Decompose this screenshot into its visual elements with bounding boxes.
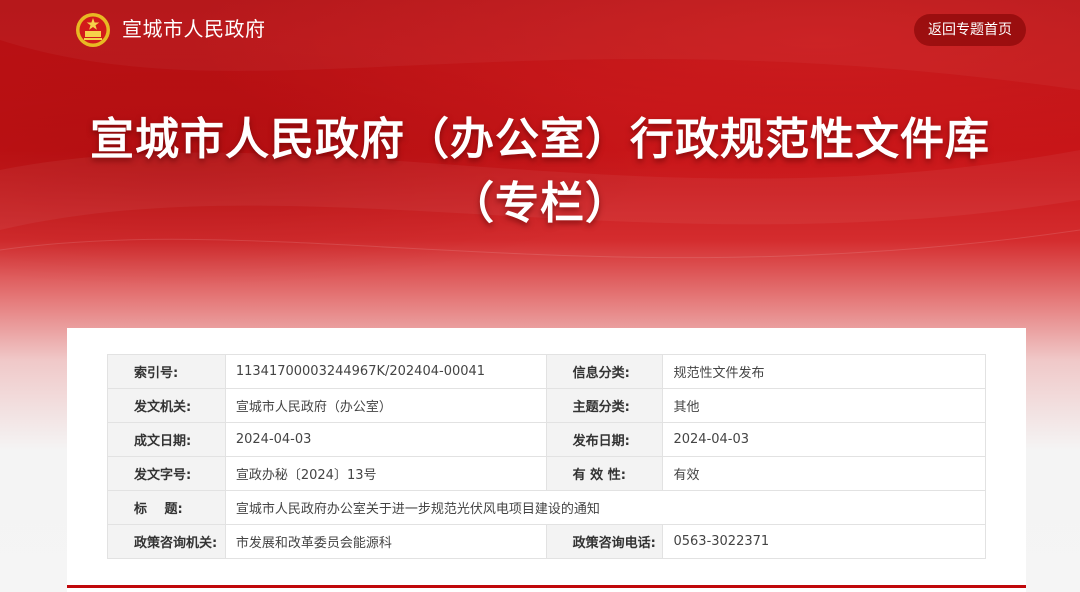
created-date-label: 成文日期: (107, 422, 226, 457)
contact-org-value: 市发展和改革委员会能源科 (224, 524, 547, 559)
category-value: 规范性文件发布 (662, 354, 986, 389)
panel-divider (67, 585, 1026, 588)
page-title-line2: （专栏） (450, 178, 630, 229)
contact-phone-value: 0563-3022371 (662, 524, 986, 559)
issuer-label: 发文机关: (107, 388, 226, 423)
topic-value: 其他 (662, 388, 986, 423)
table-row: 成文日期: 2024-04-03 发布日期: 2024-04-03 (107, 422, 986, 457)
national-emblem-icon (76, 13, 110, 47)
topic-label: 主题分类: (545, 388, 664, 423)
contact-phone-label: 政策咨询电话: (545, 524, 664, 559)
published-date-value: 2024-04-03 (662, 422, 986, 457)
document-number-value: 宣政办秘〔2024〕13号 (224, 456, 547, 491)
index-value: 11341700003244967K/202404-00041 (224, 354, 547, 389)
subject-value: 宣城市人民政府办公室关于进一步规范光伏风电项目建设的通知 (224, 490, 987, 525)
site-name[interactable]: 宣城市人民政府 (122, 14, 266, 44)
page-title: 宣城市人民政府（办公室）行政规范性文件库 （专栏） (0, 108, 1080, 236)
table-row: 发文字号: 宣政办秘〔2024〕13号 有 效 性: 有效 (107, 456, 986, 491)
index-label: 索引号: (107, 354, 226, 389)
contact-org-label: 政策咨询机关: (107, 524, 226, 559)
back-to-topic-home-button[interactable]: 返回专题首页 (914, 14, 1026, 46)
document-number-label: 发文字号: (107, 456, 226, 491)
issuer-value: 宣城市人民政府（办公室） (224, 388, 547, 423)
table-row: 标 题: 宣城市人民政府办公室关于进一步规范光伏风电项目建设的通知 (107, 490, 987, 525)
subject-label: 标 题: (107, 490, 226, 525)
created-date-value: 2024-04-03 (224, 422, 547, 457)
table-row: 发文机关: 宣城市人民政府（办公室） 主题分类: 其他 (107, 388, 986, 423)
validity-label: 有 效 性: (545, 456, 664, 491)
document-metadata-table: 索引号: 11341700003244967K/202404-00041 信息分… (107, 354, 987, 559)
published-date-label: 发布日期: (545, 422, 664, 457)
page-title-line1: 宣城市人民政府（办公室）行政规范性文件库 (90, 114, 990, 165)
validity-value: 有效 (662, 456, 986, 491)
top-bar: 宣城市人民政府 返回专题首页 (0, 0, 1080, 60)
category-label: 信息分类: (545, 354, 664, 389)
table-row: 政策咨询机关: 市发展和改革委员会能源科 政策咨询电话: 0563-302237… (107, 524, 986, 559)
table-row: 索引号: 11341700003244967K/202404-00041 信息分… (107, 354, 986, 389)
